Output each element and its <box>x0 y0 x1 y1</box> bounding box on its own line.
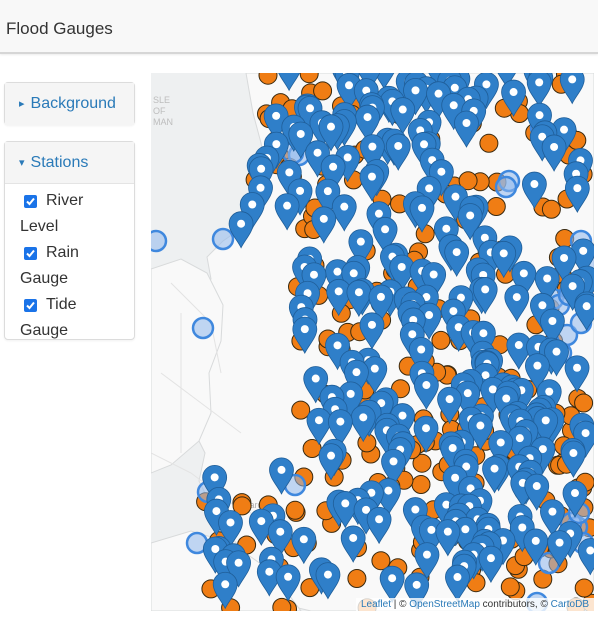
map-canvas[interactable]: SLE OF MAN Cardiff <box>151 73 594 611</box>
rain-gauge-marker[interactable] <box>574 393 594 413</box>
stations-panel: ▾ Stations River Level Rain Gauge Tide Ga… <box>4 141 135 340</box>
layer-river-level[interactable]: River <box>24 188 134 214</box>
river-level-label-2: Level <box>20 218 59 235</box>
rain-gauge-label-2: Gauge <box>20 270 69 287</box>
sea-label-line-3: MAN <box>153 117 173 127</box>
layer-tide-gauge[interactable]: Tide <box>24 292 134 318</box>
map-view[interactable]: SLE OF MAN Cardiff Leaflet | © OpenStree… <box>151 73 594 611</box>
attribution-mid: contributors, © <box>479 599 551 610</box>
background-panel-header[interactable]: ▸ Background <box>5 83 134 125</box>
river-level-label-1: River <box>46 192 84 209</box>
layer-rain-gauge[interactable]: Rain <box>24 240 134 266</box>
rain-gauge-marker[interactable] <box>431 330 451 350</box>
rain-gauge-checkbox[interactable] <box>24 246 37 260</box>
tide-gauge-label-2: Gauge <box>20 322 69 339</box>
sea-label-line-2: OF <box>153 106 166 116</box>
river-level-checkbox[interactable] <box>24 194 37 208</box>
stations-label: Stations <box>30 154 89 171</box>
carto-link[interactable]: CartoDB <box>551 599 589 610</box>
tide-gauge-marker[interactable] <box>191 316 215 340</box>
rain-gauge-marker[interactable] <box>500 577 520 597</box>
rain-gauge-marker[interactable] <box>486 197 506 216</box>
leaflet-link[interactable]: Leaflet <box>361 599 391 610</box>
caret-down-icon: ▾ <box>19 157 25 169</box>
tide-gauge-marker[interactable] <box>211 227 235 251</box>
caret-right-icon: ▸ <box>19 98 25 110</box>
rain-gauge-marker[interactable] <box>313 81 333 101</box>
background-panel: ▸ Background <box>4 82 135 125</box>
stations-panel-header[interactable]: ▾ Stations <box>5 142 134 184</box>
rain-gauge-marker[interactable] <box>347 569 367 588</box>
osm-link[interactable]: OpenStreetMap <box>409 599 480 610</box>
rain-gauge-marker[interactable] <box>574 578 594 598</box>
rain-gauge-marker[interactable] <box>415 224 435 244</box>
rain-gauge-marker[interactable] <box>411 475 431 494</box>
tide-gauge-marker[interactable] <box>494 175 518 199</box>
app-title[interactable]: Flood Gauges <box>6 19 113 39</box>
tide-gauge-label-1: Tide <box>46 296 77 313</box>
rain-gauge-label-1: Rain <box>46 244 79 261</box>
background-label: Background <box>30 95 116 112</box>
station-layer-list: River Level Rain Gauge Tide Gauge <box>5 184 134 344</box>
attribution-sep: | © <box>390 599 410 610</box>
rain-gauge-marker[interactable] <box>479 133 499 153</box>
rain-gauge-marker[interactable] <box>541 199 561 219</box>
rain-gauge-marker[interactable] <box>285 500 305 520</box>
navbar: Flood Gauges <box>0 0 598 54</box>
map-attribution: Leaflet | © OpenStreetMap contributors, … <box>355 598 594 611</box>
rain-gauge-marker[interactable] <box>291 400 311 420</box>
tide-gauge-checkbox[interactable] <box>24 298 37 312</box>
sea-label-line-1: SLE <box>153 95 170 105</box>
tide-gauge-marker[interactable] <box>151 229 168 253</box>
